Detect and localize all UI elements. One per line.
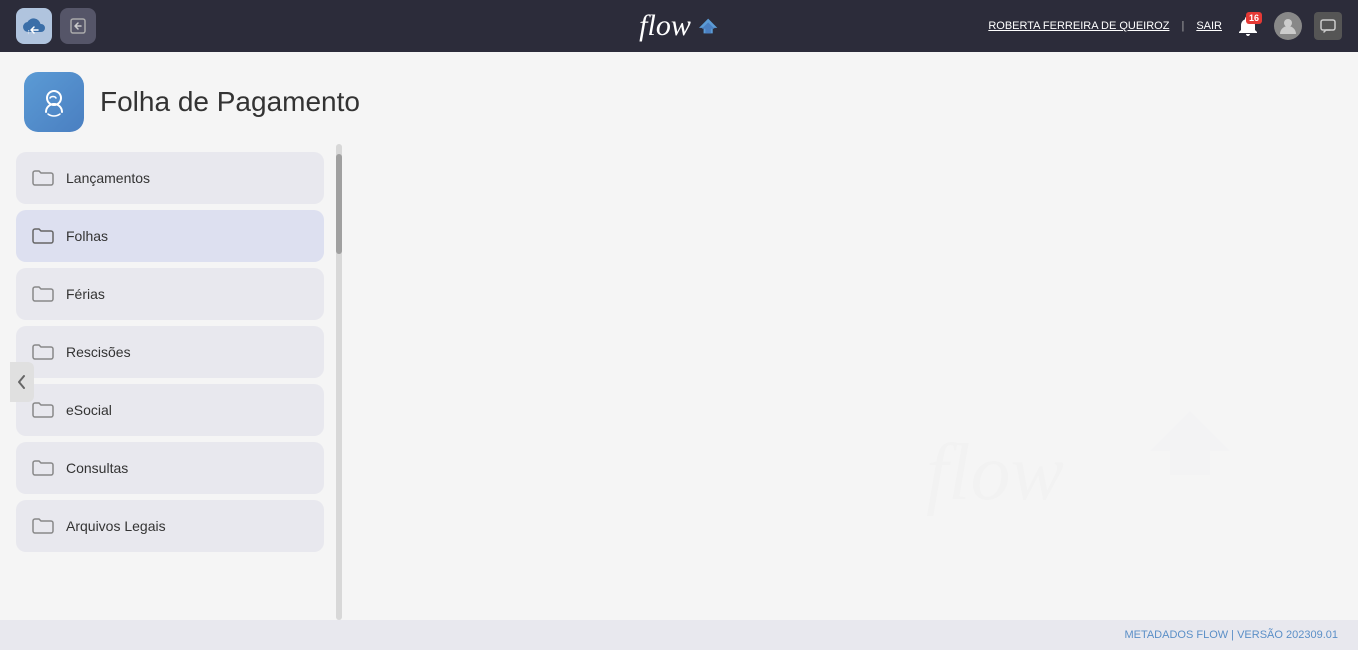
notifications-bell[interactable]: 16 [1234,12,1262,40]
user-avatar[interactable] [1274,12,1302,40]
notification-badge: 16 [1246,12,1262,24]
sidebar-item-lancamentos[interactable]: Lançamentos [16,152,324,204]
exit-button[interactable] [60,8,96,44]
folder-icon [32,343,54,361]
header-right: ROBERTA FERREIRA DE QUEIROZ | SAIR 16 [988,12,1342,40]
sidebar-item-rescisoes[interactable]: Rescisões [16,326,324,378]
sidebar: Lançamentos Folhas Férias Rescisões [0,144,340,620]
sidebar-item-label: Férias [66,286,105,302]
sidebar-item-folhas[interactable]: Folhas [16,210,324,262]
watermark: flow [918,375,1318,580]
separator: | [1181,20,1184,32]
sidebar-item-label: eSocial [66,402,112,418]
sidebar-item-label: Lançamentos [66,170,150,186]
logo-area: flow [639,9,719,43]
chat-button[interactable] [1314,12,1342,40]
logo-text: flow [639,9,691,43]
folder-icon [32,285,54,303]
logo-icon [697,15,719,37]
sidebar-item-esocial[interactable]: eSocial [16,384,324,436]
folder-icon [32,169,54,187]
collapse-sidebar-button[interactable] [10,362,34,402]
page-title: Folha de Pagamento [100,86,360,118]
sidebar-item-label: Arquivos Legais [66,518,166,534]
main-content: Folha de Pagamento Lançamentos Folhas [0,52,1358,620]
main-panel: flow [340,144,1358,620]
header: ↑ flow ROBERTA FERREIRA DE QUEIROZ | SAI… [0,0,1358,52]
page-header: Folha de Pagamento [0,52,1358,144]
footer: METADADOS FLOW | VERSÃO 202309.01 [0,620,1358,650]
folder-icon [32,227,54,245]
content-area: Lançamentos Folhas Férias Rescisões [0,144,1358,620]
sidebar-item-label: Consultas [66,460,128,476]
sidebar-item-ferias[interactable]: Férias [16,268,324,320]
sidebar-item-consultas[interactable]: Consultas [16,442,324,494]
page-icon [24,72,84,132]
header-left: ↑ [16,8,96,44]
folder-icon [32,401,54,419]
folder-icon [32,517,54,535]
svg-text:↑: ↑ [27,29,31,36]
user-name-link[interactable]: ROBERTA FERREIRA DE QUEIROZ [988,20,1169,32]
cloud-button[interactable]: ↑ [16,8,52,44]
sidebar-item-label: Folhas [66,228,108,244]
svg-text:flow: flow [926,429,1064,517]
sidebar-item-label: Rescisões [66,344,131,360]
footer-text: METADADOS FLOW | VERSÃO 202309.01 [1124,629,1338,641]
sidebar-item-arquivos-legais[interactable]: Arquivos Legais [16,500,324,552]
folder-icon [32,459,54,477]
logout-link[interactable]: SAIR [1196,20,1222,32]
